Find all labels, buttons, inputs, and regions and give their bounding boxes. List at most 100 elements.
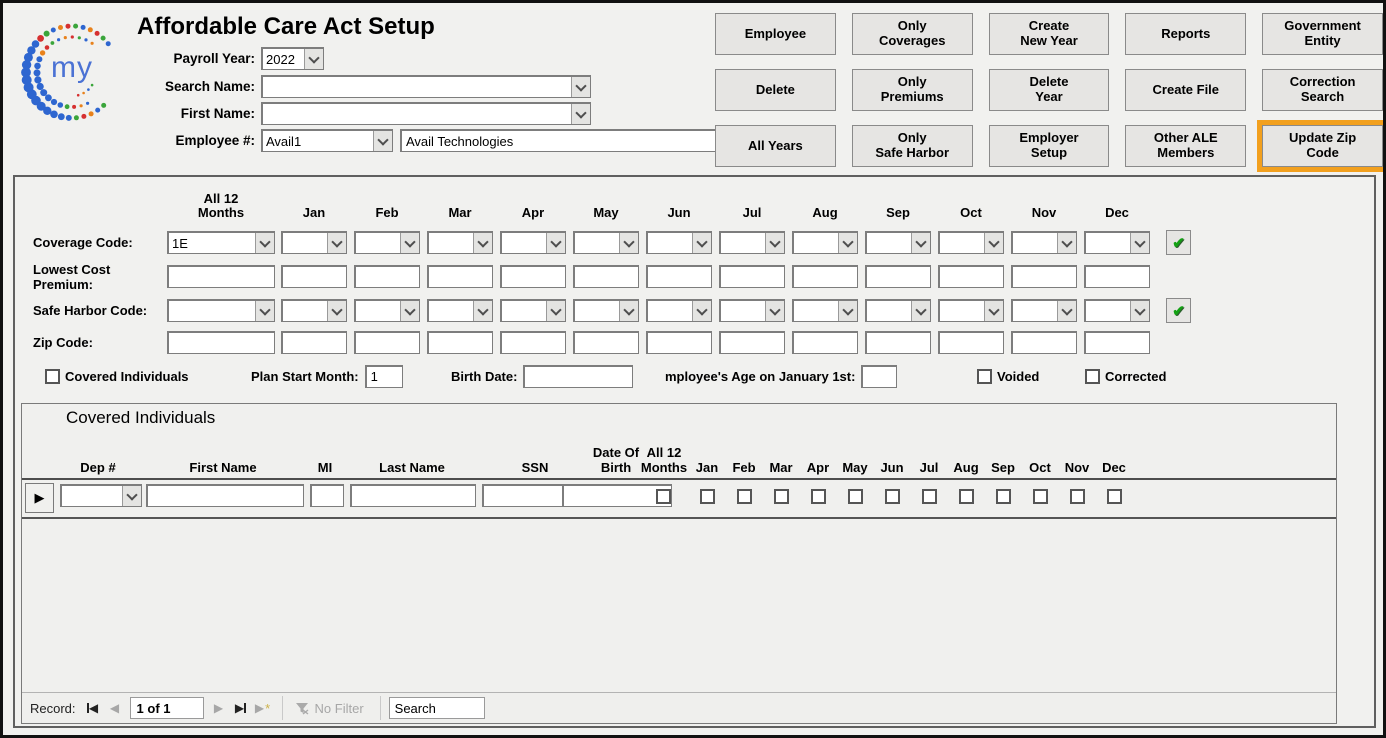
zip-code-aug-input[interactable]: [792, 331, 858, 354]
next-record-button[interactable]: ▶: [208, 697, 230, 719]
zip-code-may-input[interactable]: [573, 331, 639, 354]
other-ale-members-button[interactable]: Other ALE Members: [1125, 125, 1246, 167]
safe-harbor-code-jan-combo[interactable]: [281, 299, 347, 322]
record-position-box[interactable]: 1 of 1: [130, 697, 204, 719]
safe-harbor-code-mar-combo[interactable]: [427, 299, 493, 322]
dropdown-arrow-icon[interactable]: [473, 301, 492, 321]
dropdown-arrow-icon[interactable]: [692, 233, 711, 253]
delete-year-button[interactable]: Delete Year: [989, 69, 1110, 111]
zip-code-feb-input[interactable]: [354, 331, 420, 354]
dropdown-arrow-icon[interactable]: [546, 233, 565, 253]
coverage-code-mar-combo[interactable]: [427, 231, 493, 254]
safe-harbor-code-feb-combo[interactable]: [354, 299, 420, 322]
corrected-checkbox[interactable]: [1085, 369, 1100, 384]
search-name-combo[interactable]: [261, 75, 591, 98]
first-name-combo[interactable]: [261, 102, 591, 125]
safe-harbor-code-apply-check-button[interactable]: ✔: [1166, 298, 1191, 323]
lowest-cost-premium-apr-input[interactable]: [500, 265, 566, 288]
zip-code-oct-input[interactable]: [938, 331, 1004, 354]
reports-button[interactable]: Reports: [1125, 13, 1246, 55]
birth-date-field[interactable]: [523, 365, 633, 388]
ci-jan-checkbox[interactable]: [700, 489, 715, 504]
zip-code-jul-input[interactable]: [719, 331, 785, 354]
covered-individuals-checkbox[interactable]: [45, 369, 60, 384]
coverage-code-jan-combo[interactable]: [281, 231, 347, 254]
coverage-code-jul-combo[interactable]: [719, 231, 785, 254]
ci-jun-checkbox[interactable]: [885, 489, 900, 504]
ci-dec-checkbox[interactable]: [1107, 489, 1122, 504]
dropdown-arrow-icon[interactable]: [327, 233, 346, 253]
previous-record-button[interactable]: ◀: [104, 697, 126, 719]
zip-code-jun-input[interactable]: [646, 331, 712, 354]
lowest-cost-premium-sep-input[interactable]: [865, 265, 931, 288]
lowest-cost-premium-jan-input[interactable]: [281, 265, 347, 288]
safe-harbor-code-jul-combo[interactable]: [719, 299, 785, 322]
ci-oct-checkbox[interactable]: [1033, 489, 1048, 504]
voided-checkbox[interactable]: [977, 369, 992, 384]
coverage-code-apr-combo[interactable]: [500, 231, 566, 254]
coverage-code-may-combo[interactable]: [573, 231, 639, 254]
dropdown-arrow-icon[interactable]: [838, 301, 857, 321]
dep-number-combo[interactable]: [60, 484, 142, 507]
safe-harbor-code-nov-combo[interactable]: [1011, 299, 1077, 322]
coverage-code-oct-combo[interactable]: [938, 231, 1004, 254]
ci-sep-checkbox[interactable]: [996, 489, 1011, 504]
ci-feb-checkbox[interactable]: [737, 489, 752, 504]
coverage-code-sep-combo[interactable]: [865, 231, 931, 254]
zip-code-sep-input[interactable]: [865, 331, 931, 354]
dropdown-arrow-icon[interactable]: [765, 301, 784, 321]
zip-code-mar-input[interactable]: [427, 331, 493, 354]
only-coverages-button[interactable]: Only Coverages: [852, 13, 973, 55]
last-record-button[interactable]: ▶: [230, 697, 252, 719]
correction-search-button[interactable]: Correction Search: [1262, 69, 1383, 111]
dropdown-arrow-icon[interactable]: [400, 233, 419, 253]
dropdown-arrow-icon[interactable]: [1057, 233, 1076, 253]
safe-harbor-code-aug-combo[interactable]: [792, 299, 858, 322]
coverage-code-feb-combo[interactable]: [354, 231, 420, 254]
payroll-year-combo[interactable]: 2022: [261, 47, 324, 70]
lowest-cost-premium-mar-input[interactable]: [427, 265, 493, 288]
ci-may-checkbox[interactable]: [848, 489, 863, 504]
dropdown-arrow-icon[interactable]: [304, 49, 323, 69]
government-entity-button[interactable]: Government Entity: [1262, 13, 1383, 55]
zip-code-jan-input[interactable]: [281, 331, 347, 354]
dropdown-arrow-icon[interactable]: [838, 233, 857, 253]
ci-nov-checkbox[interactable]: [1070, 489, 1085, 504]
zip-code-nov-input[interactable]: [1011, 331, 1077, 354]
only-safe-harbor-button[interactable]: Only Safe Harbor: [852, 125, 973, 167]
dropdown-arrow-icon[interactable]: [692, 301, 711, 321]
zip-code-dec-input[interactable]: [1084, 331, 1150, 354]
dropdown-arrow-icon[interactable]: [255, 233, 274, 253]
dropdown-arrow-icon[interactable]: [373, 131, 392, 151]
dropdown-arrow-icon[interactable]: [911, 233, 930, 253]
employee-button[interactable]: Employee: [715, 13, 836, 55]
lowest-cost-premium-nov-input[interactable]: [1011, 265, 1077, 288]
dropdown-arrow-icon[interactable]: [122, 486, 141, 506]
coverage-code-all-12-months-combo[interactable]: 1E: [167, 231, 275, 254]
coverage-code-apply-check-button[interactable]: ✔: [1166, 230, 1191, 255]
coverage-code-jun-combo[interactable]: [646, 231, 712, 254]
coverage-code-aug-combo[interactable]: [792, 231, 858, 254]
employee-company-field[interactable]: Avail Technologies: [400, 129, 716, 152]
lowest-cost-premium-jul-input[interactable]: [719, 265, 785, 288]
dropdown-arrow-icon[interactable]: [984, 233, 1003, 253]
coverage-code-dec-combo[interactable]: [1084, 231, 1150, 254]
coverage-code-nov-combo[interactable]: [1011, 231, 1077, 254]
ci-mar-checkbox[interactable]: [774, 489, 789, 504]
ci-all-12-months-checkbox[interactable]: [656, 489, 671, 504]
lowest-cost-premium-aug-input[interactable]: [792, 265, 858, 288]
dropdown-arrow-icon[interactable]: [619, 301, 638, 321]
dropdown-arrow-icon[interactable]: [619, 233, 638, 253]
mi-input[interactable]: [310, 484, 344, 507]
new-record-button[interactable]: ▶*: [252, 697, 274, 719]
safe-harbor-code-sep-combo[interactable]: [865, 299, 931, 322]
dropdown-arrow-icon[interactable]: [1130, 233, 1149, 253]
dropdown-arrow-icon[interactable]: [765, 233, 784, 253]
zip-code-apr-input[interactable]: [500, 331, 566, 354]
dropdown-arrow-icon[interactable]: [327, 301, 346, 321]
ci-apr-checkbox[interactable]: [811, 489, 826, 504]
employer-setup-button[interactable]: Employer Setup: [989, 125, 1110, 167]
dropdown-arrow-icon[interactable]: [400, 301, 419, 321]
lowest-cost-premium-all-12-months-input[interactable]: [167, 265, 275, 288]
create-new-year-button[interactable]: Create New Year: [989, 13, 1110, 55]
